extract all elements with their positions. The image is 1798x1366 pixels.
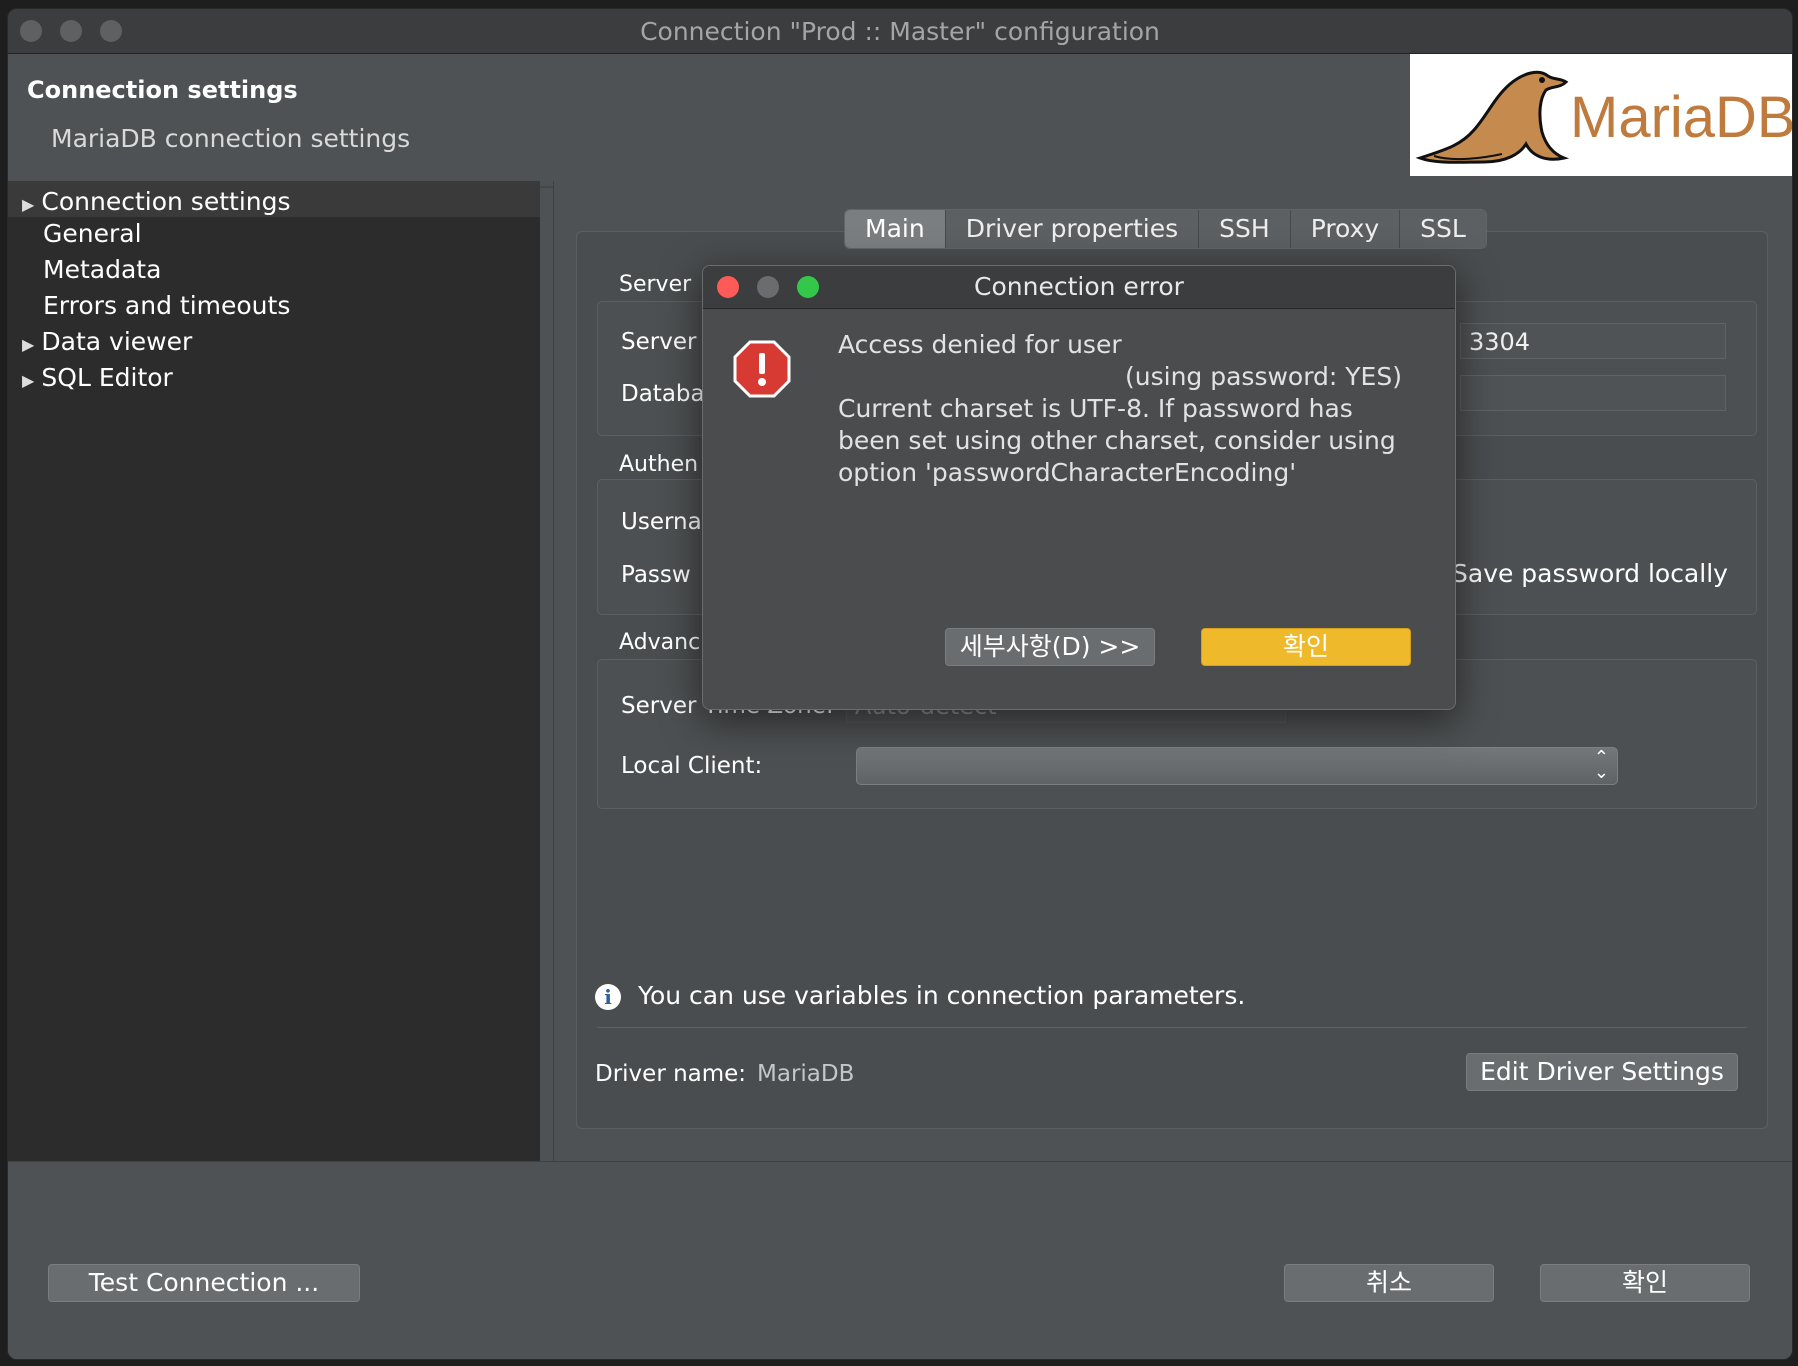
- dialog-titlebar: Connection error: [703, 266, 1455, 309]
- database-field[interactable]: [1460, 375, 1726, 411]
- username-label: Userna: [621, 509, 702, 535]
- sea-lion-icon: [1415, 70, 1570, 164]
- sidebar-item-general[interactable]: General: [43, 219, 142, 248]
- sidebar-item-data-viewer[interactable]: ▶ Data viewer: [22, 327, 192, 356]
- page-subtitle: MariaDB connection settings: [51, 124, 411, 153]
- sidebar-item-label: SQL Editor: [41, 363, 173, 392]
- expand-arrow-icon[interactable]: ▶: [22, 371, 34, 390]
- local-client-label: Local Client:: [621, 753, 763, 779]
- footer-area: [8, 1161, 1792, 1359]
- auth-section-title: Authen: [619, 452, 699, 477]
- logo-wordmark: MariaDB: [1570, 85, 1793, 150]
- sidebar-item-metadata[interactable]: Metadata: [43, 255, 161, 284]
- database-label: Databa: [621, 381, 705, 407]
- up-down-chevron-icon: ⌃ ⌄: [1593, 747, 1609, 783]
- edit-driver-settings-button[interactable]: Edit Driver Settings: [1466, 1053, 1738, 1091]
- settings-sidebar: ▶ Connection settings General Metadata E…: [8, 181, 540, 1161]
- port-field[interactable]: 3304: [1460, 323, 1726, 359]
- server-section-title: Server: [619, 272, 692, 297]
- error-message-line: Access denied for user: [838, 330, 1122, 359]
- tab-ssl[interactable]: SSL: [1400, 210, 1486, 248]
- ok-button[interactable]: 확인: [1540, 1264, 1750, 1302]
- divider: [597, 1027, 1747, 1028]
- sidebar-item-label: Metadata: [43, 255, 162, 284]
- driver-name-label: Driver name:: [595, 1061, 747, 1087]
- info-icon: i: [595, 984, 621, 1010]
- local-client-select[interactable]: ⌃ ⌄: [856, 747, 1618, 785]
- window-titlebar: Connection "Prod :: Master" configuratio…: [8, 9, 1792, 54]
- tab-main[interactable]: Main: [845, 210, 946, 248]
- tab-ssh[interactable]: SSH: [1199, 210, 1291, 248]
- mariadb-logo: MariaDB: [1410, 54, 1792, 176]
- variables-info-text: You can use variables in connection para…: [638, 981, 1246, 1010]
- sidebar-item-label: Data viewer: [41, 327, 193, 356]
- dialog-ok-button[interactable]: 확인: [1201, 628, 1411, 666]
- page-title: Connection settings: [27, 76, 298, 104]
- tab-bar: Main Driver properties SSH Proxy SSL: [844, 209, 1487, 249]
- dialog-title: Connection error: [974, 272, 1184, 301]
- server-host-label: Server: [621, 329, 697, 355]
- driver-name-value: MariaDB: [757, 1061, 855, 1087]
- sidebar-item-errors-timeouts[interactable]: Errors and timeouts: [43, 291, 290, 320]
- expand-arrow-icon[interactable]: ▶: [22, 335, 34, 354]
- sidebar-item-label: Errors and timeouts: [43, 291, 291, 320]
- error-icon: [733, 340, 791, 398]
- sidebar-item-connection-settings[interactable]: ▶ Connection settings: [22, 187, 291, 216]
- advanced-section-title: Advanc: [619, 630, 701, 655]
- error-message-line: option 'passwordCharacterEncoding': [838, 458, 1297, 487]
- connection-config-window: Connection "Prod :: Master" configuratio…: [7, 8, 1793, 1360]
- error-message-line: (using password: YES): [1125, 362, 1402, 391]
- cancel-button[interactable]: 취소: [1284, 1264, 1494, 1302]
- sidebar-item-label: Connection settings: [41, 187, 291, 216]
- tab-driver-properties[interactable]: Driver properties: [945, 210, 1200, 248]
- test-connection-button[interactable]: Test Connection ...: [48, 1264, 360, 1302]
- expand-arrow-icon[interactable]: ▶: [22, 195, 34, 214]
- error-message-line: been set using other charset, consider u…: [838, 426, 1396, 455]
- password-label: Passw: [621, 562, 691, 588]
- connection-error-dialog: Connection error Access denied for user …: [702, 265, 1456, 710]
- sidebar-item-label: General: [43, 219, 142, 248]
- window-title: Connection "Prod :: Master" configuratio…: [640, 17, 1160, 46]
- error-message-line: Current charset is UTF-8. If password ha…: [838, 394, 1353, 423]
- tab-proxy[interactable]: Proxy: [1290, 210, 1401, 248]
- sidebar-item-sql-editor[interactable]: ▶ SQL Editor: [22, 363, 173, 392]
- save-password-checkbox[interactable]: Save password locally: [1452, 559, 1728, 588]
- details-button[interactable]: 세부사항(D) >>: [945, 628, 1155, 666]
